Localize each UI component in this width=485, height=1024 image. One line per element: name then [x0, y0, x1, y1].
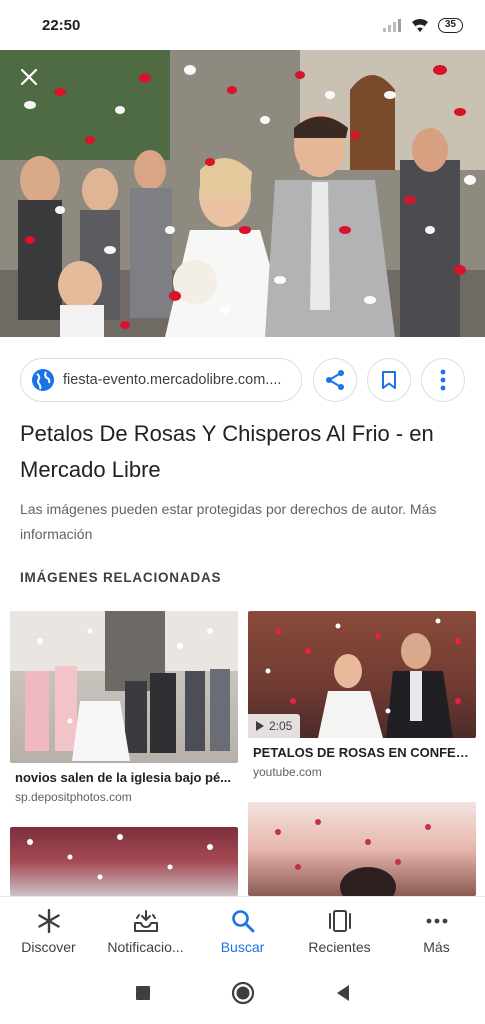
home-button[interactable] — [231, 981, 255, 1010]
search-icon — [231, 910, 254, 933]
status-bar: 22:50 35 — [0, 0, 485, 50]
nav-label: Discover — [21, 939, 76, 955]
back-button[interactable] — [335, 984, 351, 1007]
source-link[interactable]: fiesta-evento.mercadolibre.com.... — [20, 358, 302, 402]
share-icon — [326, 370, 344, 390]
copyright-disclaimer[interactable]: Las imágenes pueden estar protegidas por… — [20, 497, 470, 547]
nav-label: Notificacio... — [107, 939, 184, 955]
related-video-source: youtube.com — [253, 765, 322, 779]
close-icon — [20, 68, 38, 86]
nav-more[interactable]: Más — [388, 897, 485, 966]
related-image[interactable] — [10, 611, 238, 763]
status-icons: 35 — [382, 17, 463, 33]
video-duration-badge: 2:05 — [248, 714, 301, 738]
status-time: 22:50 — [42, 16, 81, 34]
more-vertical-icon — [440, 369, 446, 391]
related-image-photo — [10, 611, 238, 761]
share-button[interactable] — [313, 358, 357, 402]
more-horizontal-icon — [426, 918, 447, 924]
signal-icon — [382, 19, 401, 32]
related-image[interactable] — [248, 802, 476, 896]
wedding-photo — [0, 50, 485, 337]
system-navigation-bar — [0, 966, 485, 1024]
nav-recents[interactable]: Recientes — [291, 897, 388, 966]
inbox-icon — [133, 910, 158, 932]
wifi-icon — [411, 18, 428, 32]
related-images-heading: IMÁGENES RELACIONADAS — [20, 570, 222, 585]
nav-label: Recientes — [308, 939, 371, 955]
home-circle-icon — [231, 981, 254, 1004]
nav-label: Más — [423, 939, 450, 955]
more-options-button[interactable] — [421, 358, 465, 402]
globe-icon — [32, 369, 54, 391]
video-duration: 2:05 — [269, 719, 293, 733]
battery-indicator: 35 — [437, 17, 463, 33]
related-image-photo — [275, 819, 431, 896]
bookmark-icon — [382, 371, 396, 389]
related-video-caption[interactable]: PETALOS DE ROSAS EN CONFET... — [253, 745, 473, 760]
page-title[interactable]: Petalos De Rosas Y Chisperos Al Frio - e… — [20, 416, 465, 488]
square-icon — [135, 985, 150, 1000]
source-url: fiesta-evento.mercadolibre.com.... — [63, 372, 282, 388]
nav-discover[interactable]: Discover — [0, 897, 97, 966]
related-video[interactable]: 2:05 — [248, 611, 476, 738]
related-image-source: sp.depositphotos.com — [15, 790, 132, 804]
source-row: fiesta-evento.mercadolibre.com.... — [20, 358, 465, 402]
play-icon — [256, 721, 264, 731]
recent-apps-button[interactable] — [135, 985, 151, 1006]
nav-label: Buscar — [220, 939, 265, 955]
bottom-navigation: Discover Notificacio... Buscar Recientes… — [0, 896, 485, 966]
nav-search[interactable]: Buscar — [194, 897, 291, 966]
recents-icon — [328, 910, 351, 932]
related-image[interactable] — [10, 827, 238, 896]
hero-image[interactable] — [0, 50, 485, 337]
nav-notifications[interactable]: Notificacio... — [97, 897, 194, 966]
related-image-photo — [27, 834, 213, 880]
related-image-caption[interactable]: novios salen de la iglesia bajo pé... — [15, 770, 235, 785]
save-button[interactable] — [367, 358, 411, 402]
asterisk-icon — [37, 909, 60, 933]
back-triangle-icon — [336, 984, 349, 1001]
close-button[interactable] — [14, 62, 44, 92]
